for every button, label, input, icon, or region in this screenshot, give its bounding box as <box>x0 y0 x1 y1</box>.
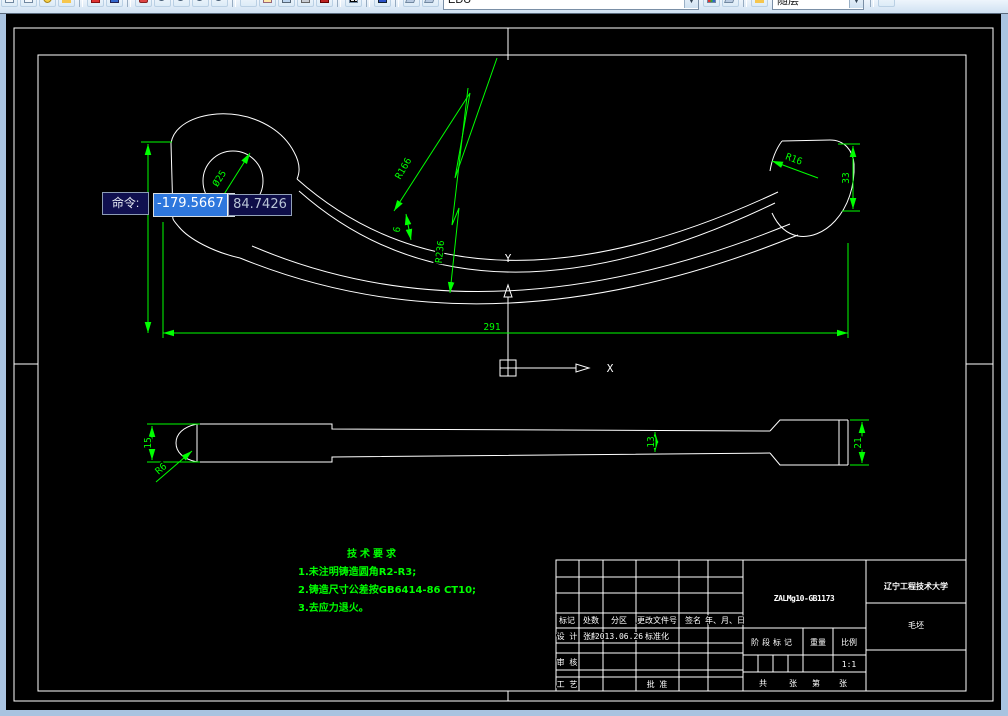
toolbar-separator <box>743 0 747 7</box>
tb-sheet-total: 共 <box>759 679 767 688</box>
linetype-combo-value: 随层 <box>777 0 799 7</box>
toolbar-separator <box>870 0 874 7</box>
sheet-set-icon[interactable] <box>297 0 314 7</box>
grid-icon[interactable] <box>345 0 362 7</box>
layer-properties-icon[interactable] <box>403 0 420 7</box>
pan-icon[interactable] <box>135 0 152 7</box>
tb-scale: 比例 <box>841 637 857 647</box>
toolbar-separator <box>366 0 370 7</box>
toolbar-separator <box>232 0 236 7</box>
tb-col-mark: 标记 <box>559 615 575 625</box>
title-block-grid <box>555 559 967 692</box>
coord-x-input[interactable]: -179.5667 <box>153 193 235 217</box>
new-file-icon[interactable] <box>1 0 18 7</box>
techreq-title: 技术要求 <box>347 549 399 560</box>
tb-col-date: 年、月、日 <box>705 615 745 625</box>
tb-row-process: 工 艺 <box>557 680 578 689</box>
dim-side-left-fillet: R6 <box>153 461 169 477</box>
open-file-icon[interactable] <box>20 0 37 7</box>
toolbar-group-standard <box>0 0 440 9</box>
tb-sheet-unit1: 张 <box>789 679 797 688</box>
dim-overall-length: 291 <box>483 322 500 333</box>
tb-col-zone: 分区 <box>611 616 627 625</box>
tb-sheet-page: 第 <box>812 678 820 688</box>
ucs-icon <box>499 283 591 377</box>
table-icon[interactable] <box>259 0 276 7</box>
save-icon[interactable] <box>39 0 56 7</box>
dim-bore-diameter: Ø25 <box>211 168 229 188</box>
top-toolbar: EDU ▼ 随层 ▼ <box>0 0 1008 14</box>
zoom-extents-icon[interactable] <box>211 0 228 7</box>
tb-weight: 重量 <box>810 637 826 647</box>
drawing-overlay: Y X 291 Ø25 R166 R236 6 R16 33 15 R6 13 … <box>13 27 994 702</box>
edit-icon[interactable] <box>58 0 75 7</box>
toolbar-group-dim <box>867 0 896 9</box>
techreq-line1: 1.未注明铸造圆角R2-R3; <box>298 567 417 578</box>
ucs-y-label: Y <box>505 252 512 265</box>
side-view-dimensions <box>147 419 869 483</box>
sheet-frame <box>13 27 994 702</box>
tb-organization: 辽宁工程技术大学 <box>884 581 948 591</box>
linetype-combo[interactable]: 随层 ▼ <box>772 0 864 10</box>
coord-y-input[interactable]: 84.7426 <box>228 194 292 216</box>
toolbar-separator <box>79 0 83 7</box>
block-icon[interactable] <box>278 0 295 7</box>
layer-combo[interactable]: EDU ▼ <box>443 0 699 10</box>
tb-stage-mark: 阶段标记 <box>751 637 795 647</box>
techreq-line2: 2.铸造尺寸公差按GB6414-86 CT10; <box>298 585 477 596</box>
side-view-geometry <box>175 419 849 466</box>
zoom-window-icon[interactable] <box>173 0 190 7</box>
dim-lower-arc-radius: R236 <box>434 240 447 264</box>
markup-icon[interactable] <box>316 0 333 7</box>
redo-icon[interactable] <box>106 0 123 7</box>
technical-requirements: 技术要求 1.未注明铸造圆角R2-R3; 2.铸造尺寸公差按GB6414-86 … <box>298 546 488 618</box>
dimension-style-icon[interactable] <box>878 0 895 7</box>
coord-x-value: -179.5667 <box>154 194 227 216</box>
layer-prev-icon[interactable] <box>722 0 739 7</box>
tb-row-review: 审 核 <box>557 657 578 667</box>
tb-part-name: 毛坯 <box>908 620 924 630</box>
command-prompt: 命令: <box>102 192 149 215</box>
tb-sheet-unit2: 张 <box>839 679 847 688</box>
tb-row-design: 设 计 <box>557 631 578 641</box>
tb-standardization: 标准化 <box>645 631 669 641</box>
color-control-icon[interactable] <box>703 0 720 7</box>
help-icon[interactable] <box>374 0 391 7</box>
dim-side-right-height: 21 <box>853 437 864 449</box>
tb-col-count: 处数 <box>583 615 599 625</box>
find-text-icon[interactable] <box>240 0 257 7</box>
tb-design-date: 2013.06.26 <box>595 632 643 641</box>
toolbar-group-properties <box>702 0 769 9</box>
toolbar-separator <box>337 0 341 7</box>
zoom-previous-icon[interactable] <box>192 0 209 7</box>
tb-col-doc-no: 更改文件号 <box>637 615 677 625</box>
dim-side-left-height: 15 <box>143 437 154 448</box>
dim-side-mid-height: 13 <box>646 436 657 447</box>
undo-icon[interactable] <box>87 0 104 7</box>
tb-part-code: ZALMg10-GB1173 <box>774 594 835 603</box>
toolbar-separator <box>395 0 399 7</box>
techreq-line3: 3.去应力退火。 <box>298 603 369 614</box>
tb-row-approve: 批 准 <box>647 679 668 689</box>
title-block-text: 标记 处数 分区 更改文件号 签名 年、月、日 设 计 张麒 2013.06.2… <box>556 580 949 690</box>
zoom-realtime-icon[interactable] <box>154 0 171 7</box>
dim-wall-thickness: 6 <box>392 226 404 234</box>
dim-right-boss-height: 33 <box>841 172 852 183</box>
chevron-down-icon[interactable]: ▼ <box>849 0 863 8</box>
lineweight-icon[interactable] <box>751 0 768 7</box>
chevron-down-icon[interactable]: ▼ <box>684 0 698 8</box>
ucs-x-label: X <box>607 362 614 375</box>
dim-upper-arc-radius: R166 <box>393 156 414 182</box>
layer-combo-value: EDU <box>448 0 472 6</box>
toolbar-separator <box>127 0 131 7</box>
layer-states-icon[interactable] <box>422 0 439 7</box>
tb-scale-value: 1:1 <box>842 660 857 669</box>
tb-col-sign: 签名 <box>685 615 701 625</box>
dim-right-boss-radius: R16 <box>784 152 804 168</box>
